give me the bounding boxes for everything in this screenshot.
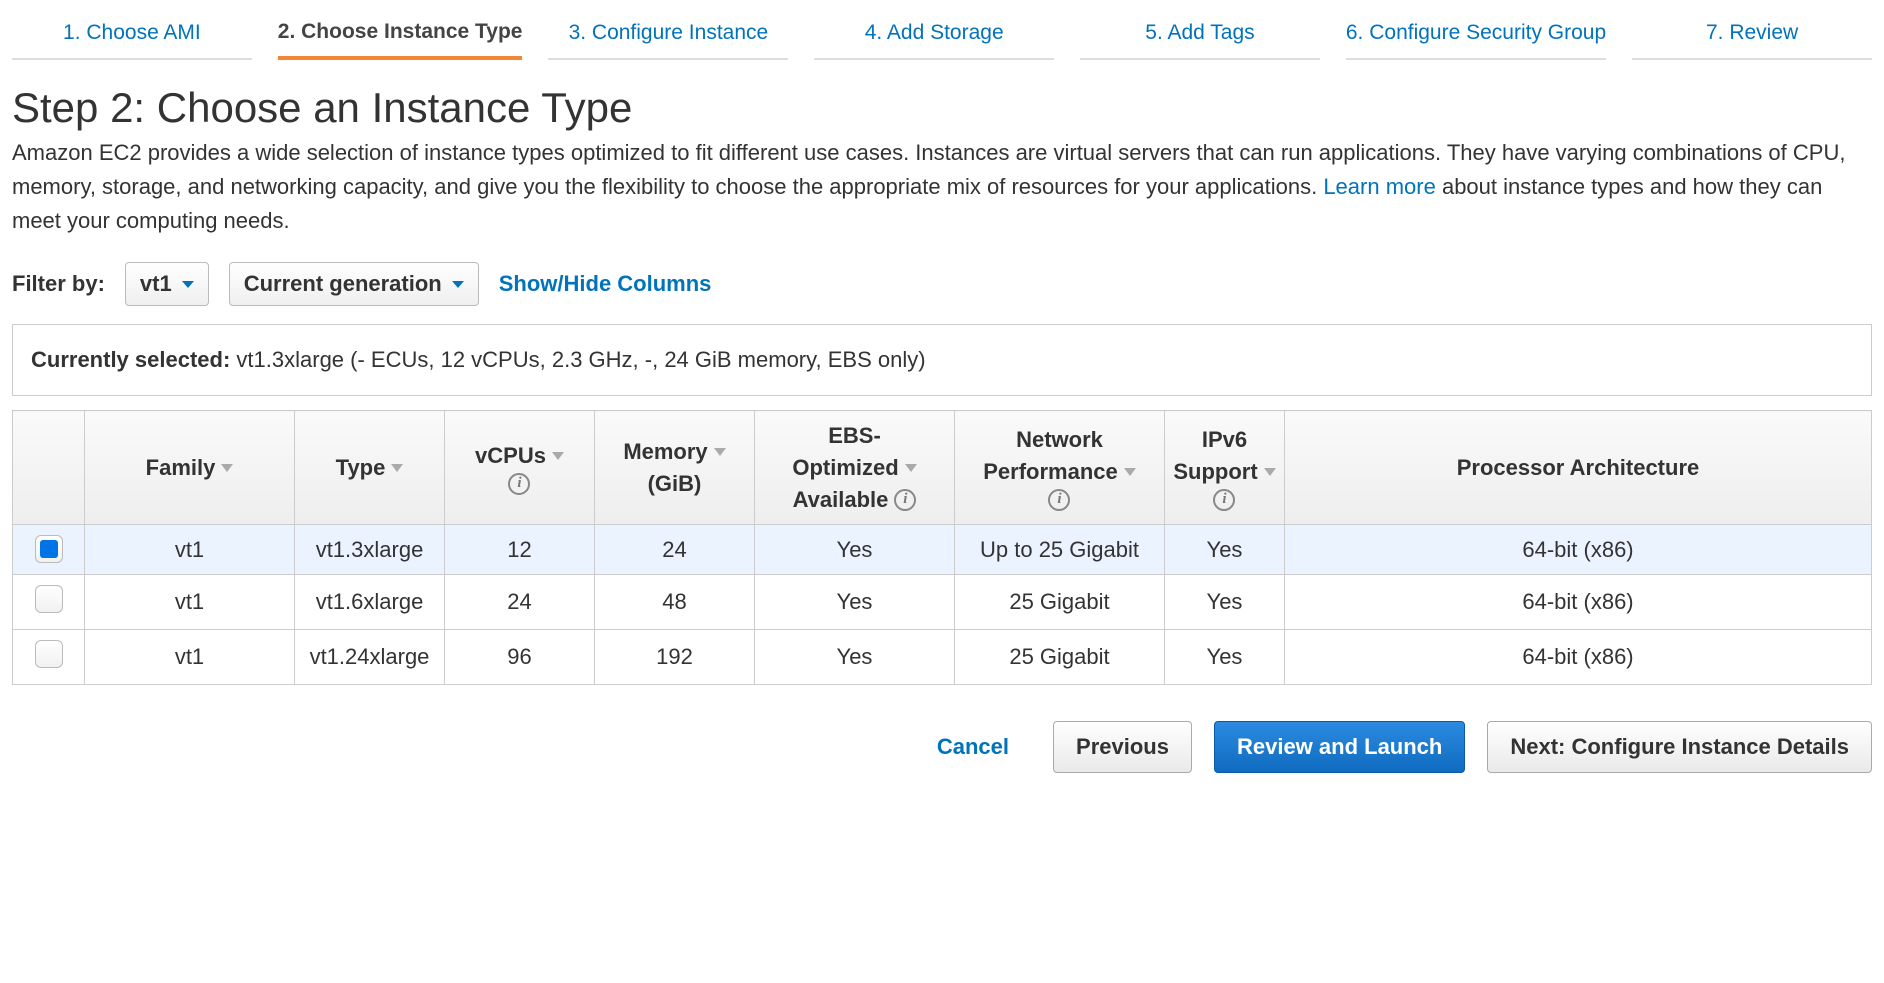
column-ebs-label-2: Optimized [792, 453, 898, 483]
column-type[interactable]: Type [295, 411, 445, 525]
column-memory[interactable]: Memory (GiB) [595, 411, 755, 525]
sort-caret-icon [391, 464, 403, 472]
info-icon[interactable]: i [894, 489, 916, 511]
currently-selected-value: vt1.3xlarge (- ECUs, 12 vCPUs, 2.3 GHz, … [236, 347, 925, 372]
show-hide-columns-link[interactable]: Show/Hide Columns [499, 271, 712, 297]
sort-caret-icon [552, 452, 564, 460]
filter-bar: Filter by: vt1 Current generation Show/H… [12, 262, 1872, 306]
column-type-label: Type [336, 453, 386, 483]
cancel-button[interactable]: Cancel [915, 722, 1031, 772]
chevron-down-icon [182, 281, 194, 288]
column-vcpus-label: vCPUs [475, 441, 546, 471]
column-ipv6-label-1: IPv6 [1202, 425, 1247, 455]
row-select-cell[interactable] [13, 575, 85, 630]
cell-vcpus: 96 [445, 630, 595, 685]
column-family-label: Family [146, 453, 216, 483]
column-memory-label-1: Memory [623, 437, 707, 467]
wizard-step-configure-instance[interactable]: 3. Configure Instance [548, 12, 788, 60]
row-select-checkbox[interactable] [35, 640, 63, 668]
cell-type: vt1.6xlarge [295, 575, 445, 630]
previous-button[interactable]: Previous [1053, 721, 1192, 773]
learn-more-link[interactable]: Learn more [1323, 174, 1436, 199]
cell-vcpus: 24 [445, 575, 595, 630]
column-net-label-2: Performance [983, 457, 1118, 487]
cell-family: vt1 [85, 575, 295, 630]
cell-processor-architecture: 64-bit (x86) [1285, 575, 1872, 630]
cell-ipv6-support: Yes [1165, 525, 1285, 575]
filter-family-dropdown[interactable]: vt1 [125, 262, 209, 306]
column-vcpus[interactable]: vCPUs i [445, 411, 595, 525]
page-description: Amazon EC2 provides a wide selection of … [12, 136, 1872, 238]
column-family[interactable]: Family [85, 411, 295, 525]
wizard-steps: 1. Choose AMI 2. Choose Instance Type 3.… [12, 12, 1872, 60]
cell-network-performance: 25 Gigabit [955, 630, 1165, 685]
column-ipv6-support[interactable]: IPv6 Support i [1165, 411, 1285, 525]
table-row[interactable]: vt1vt1.24xlarge96192Yes25 GigabitYes64-b… [13, 630, 1872, 685]
page-title: Step 2: Choose an Instance Type [12, 84, 1872, 132]
column-ipv6-label-2: Support [1173, 457, 1257, 487]
cell-network-performance: Up to 25 Gigabit [955, 525, 1165, 575]
cell-processor-architecture: 64-bit (x86) [1285, 525, 1872, 575]
column-ebs-label-3: Available [793, 485, 889, 515]
row-select-cell[interactable] [13, 525, 85, 575]
cell-memory: 24 [595, 525, 755, 575]
column-ebs-optimized[interactable]: EBS- Optimized Available i [755, 411, 955, 525]
wizard-step-choose-instance-type[interactable]: 2. Choose Instance Type [278, 12, 523, 60]
filter-family-value: vt1 [140, 271, 172, 297]
sort-caret-icon [905, 464, 917, 472]
cell-family: vt1 [85, 630, 295, 685]
cell-ipv6-support: Yes [1165, 575, 1285, 630]
sort-caret-icon [1264, 468, 1276, 476]
checkbox-fill-icon [40, 540, 58, 558]
chevron-down-icon [452, 281, 464, 288]
cell-type: vt1.24xlarge [295, 630, 445, 685]
next-configure-instance-details-button[interactable]: Next: Configure Instance Details [1487, 721, 1872, 773]
table-row[interactable]: vt1vt1.6xlarge2448Yes25 GigabitYes64-bit… [13, 575, 1872, 630]
cell-vcpus: 12 [445, 525, 595, 575]
cell-memory: 192 [595, 630, 755, 685]
review-and-launch-button[interactable]: Review and Launch [1214, 721, 1465, 773]
sort-caret-icon [221, 464, 233, 472]
column-network-performance[interactable]: Network Performance i [955, 411, 1165, 525]
cell-type: vt1.3xlarge [295, 525, 445, 575]
wizard-footer: Cancel Previous Review and Launch Next: … [12, 721, 1872, 773]
cell-ebs-optimized: Yes [755, 630, 955, 685]
cell-ebs-optimized: Yes [755, 575, 955, 630]
cell-processor-architecture: 64-bit (x86) [1285, 630, 1872, 685]
info-icon[interactable]: i [1213, 489, 1235, 511]
instance-type-table: Family Type vCPUs [12, 410, 1872, 685]
column-processor-architecture[interactable]: Processor Architecture [1285, 411, 1872, 525]
row-select-checkbox[interactable] [35, 585, 63, 613]
filter-generation-value: Current generation [244, 271, 442, 297]
cell-ipv6-support: Yes [1165, 630, 1285, 685]
info-icon[interactable]: i [1048, 489, 1070, 511]
wizard-step-review[interactable]: 7. Review [1632, 12, 1872, 60]
column-select [13, 411, 85, 525]
wizard-step-configure-security-group[interactable]: 6. Configure Security Group [1346, 12, 1606, 60]
wizard-step-add-tags[interactable]: 5. Add Tags [1080, 12, 1320, 60]
wizard-step-choose-ami[interactable]: 1. Choose AMI [12, 12, 252, 60]
filter-by-label: Filter by: [12, 271, 105, 297]
table-row[interactable]: vt1vt1.3xlarge1224YesUp to 25 GigabitYes… [13, 525, 1872, 575]
cell-family: vt1 [85, 525, 295, 575]
row-select-checkbox[interactable] [35, 535, 63, 563]
info-icon[interactable]: i [508, 473, 530, 495]
column-ebs-label-1: EBS- [828, 421, 881, 451]
column-net-label-1: Network [1016, 425, 1103, 455]
row-select-cell[interactable] [13, 630, 85, 685]
filter-generation-dropdown[interactable]: Current generation [229, 262, 479, 306]
currently-selected-panel: Currently selected: vt1.3xlarge (- ECUs,… [12, 324, 1872, 396]
currently-selected-label: Currently selected: [31, 347, 230, 372]
column-arch-label: Processor Architecture [1457, 455, 1700, 480]
sort-caret-icon [714, 448, 726, 456]
sort-caret-icon [1124, 468, 1136, 476]
cell-ebs-optimized: Yes [755, 525, 955, 575]
cell-network-performance: 25 Gigabit [955, 575, 1165, 630]
wizard-step-add-storage[interactable]: 4. Add Storage [814, 12, 1054, 60]
column-memory-label-2: (GiB) [648, 469, 702, 499]
cell-memory: 48 [595, 575, 755, 630]
